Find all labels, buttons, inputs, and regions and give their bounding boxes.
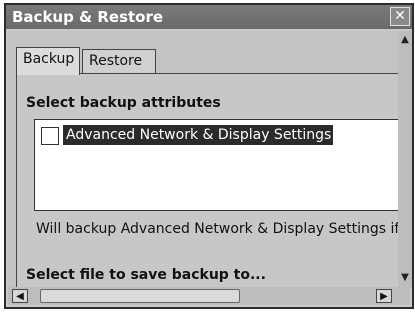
- tab-restore-label: Restore: [89, 53, 143, 69]
- attributes-list[interactable]: Advanced Network & Display Settings: [34, 119, 410, 211]
- dialog-client-area: Backup Restore Select backup attributes …: [8, 31, 410, 301]
- tab-backup-label: Backup: [23, 51, 75, 67]
- attribute-checkbox[interactable]: [41, 127, 59, 145]
- file-heading: Select file to save backup to...: [26, 267, 266, 283]
- scroll-up-icon[interactable]: ▲: [398, 33, 412, 47]
- horizontal-scroll-thumb[interactable]: [40, 289, 240, 303]
- attribute-label[interactable]: Advanced Network & Display Settings: [63, 125, 334, 145]
- tab-backup[interactable]: Backup: [16, 47, 80, 75]
- scroll-down-icon[interactable]: ▼: [398, 271, 412, 285]
- backup-info-text: Will backup Advanced Network & Display S…: [36, 221, 400, 237]
- window-title: Backup & Restore: [12, 8, 164, 26]
- close-icon: ✕: [394, 8, 406, 24]
- tab-restore[interactable]: Restore: [82, 49, 156, 73]
- scroll-right-icon[interactable]: ▶: [376, 289, 392, 303]
- vertical-scrollbar[interactable]: ▲ ▼: [398, 31, 412, 287]
- backup-restore-window: Backup & Restore ✕ Backup Restore Select…: [4, 3, 414, 309]
- close-button[interactable]: ✕: [390, 7, 410, 26]
- attributes-heading: Select backup attributes: [26, 95, 221, 111]
- horizontal-scrollbar[interactable]: ◀ ▶: [8, 287, 410, 305]
- title-bar[interactable]: Backup & Restore ✕: [6, 5, 412, 29]
- scroll-left-icon[interactable]: ◀: [12, 289, 28, 303]
